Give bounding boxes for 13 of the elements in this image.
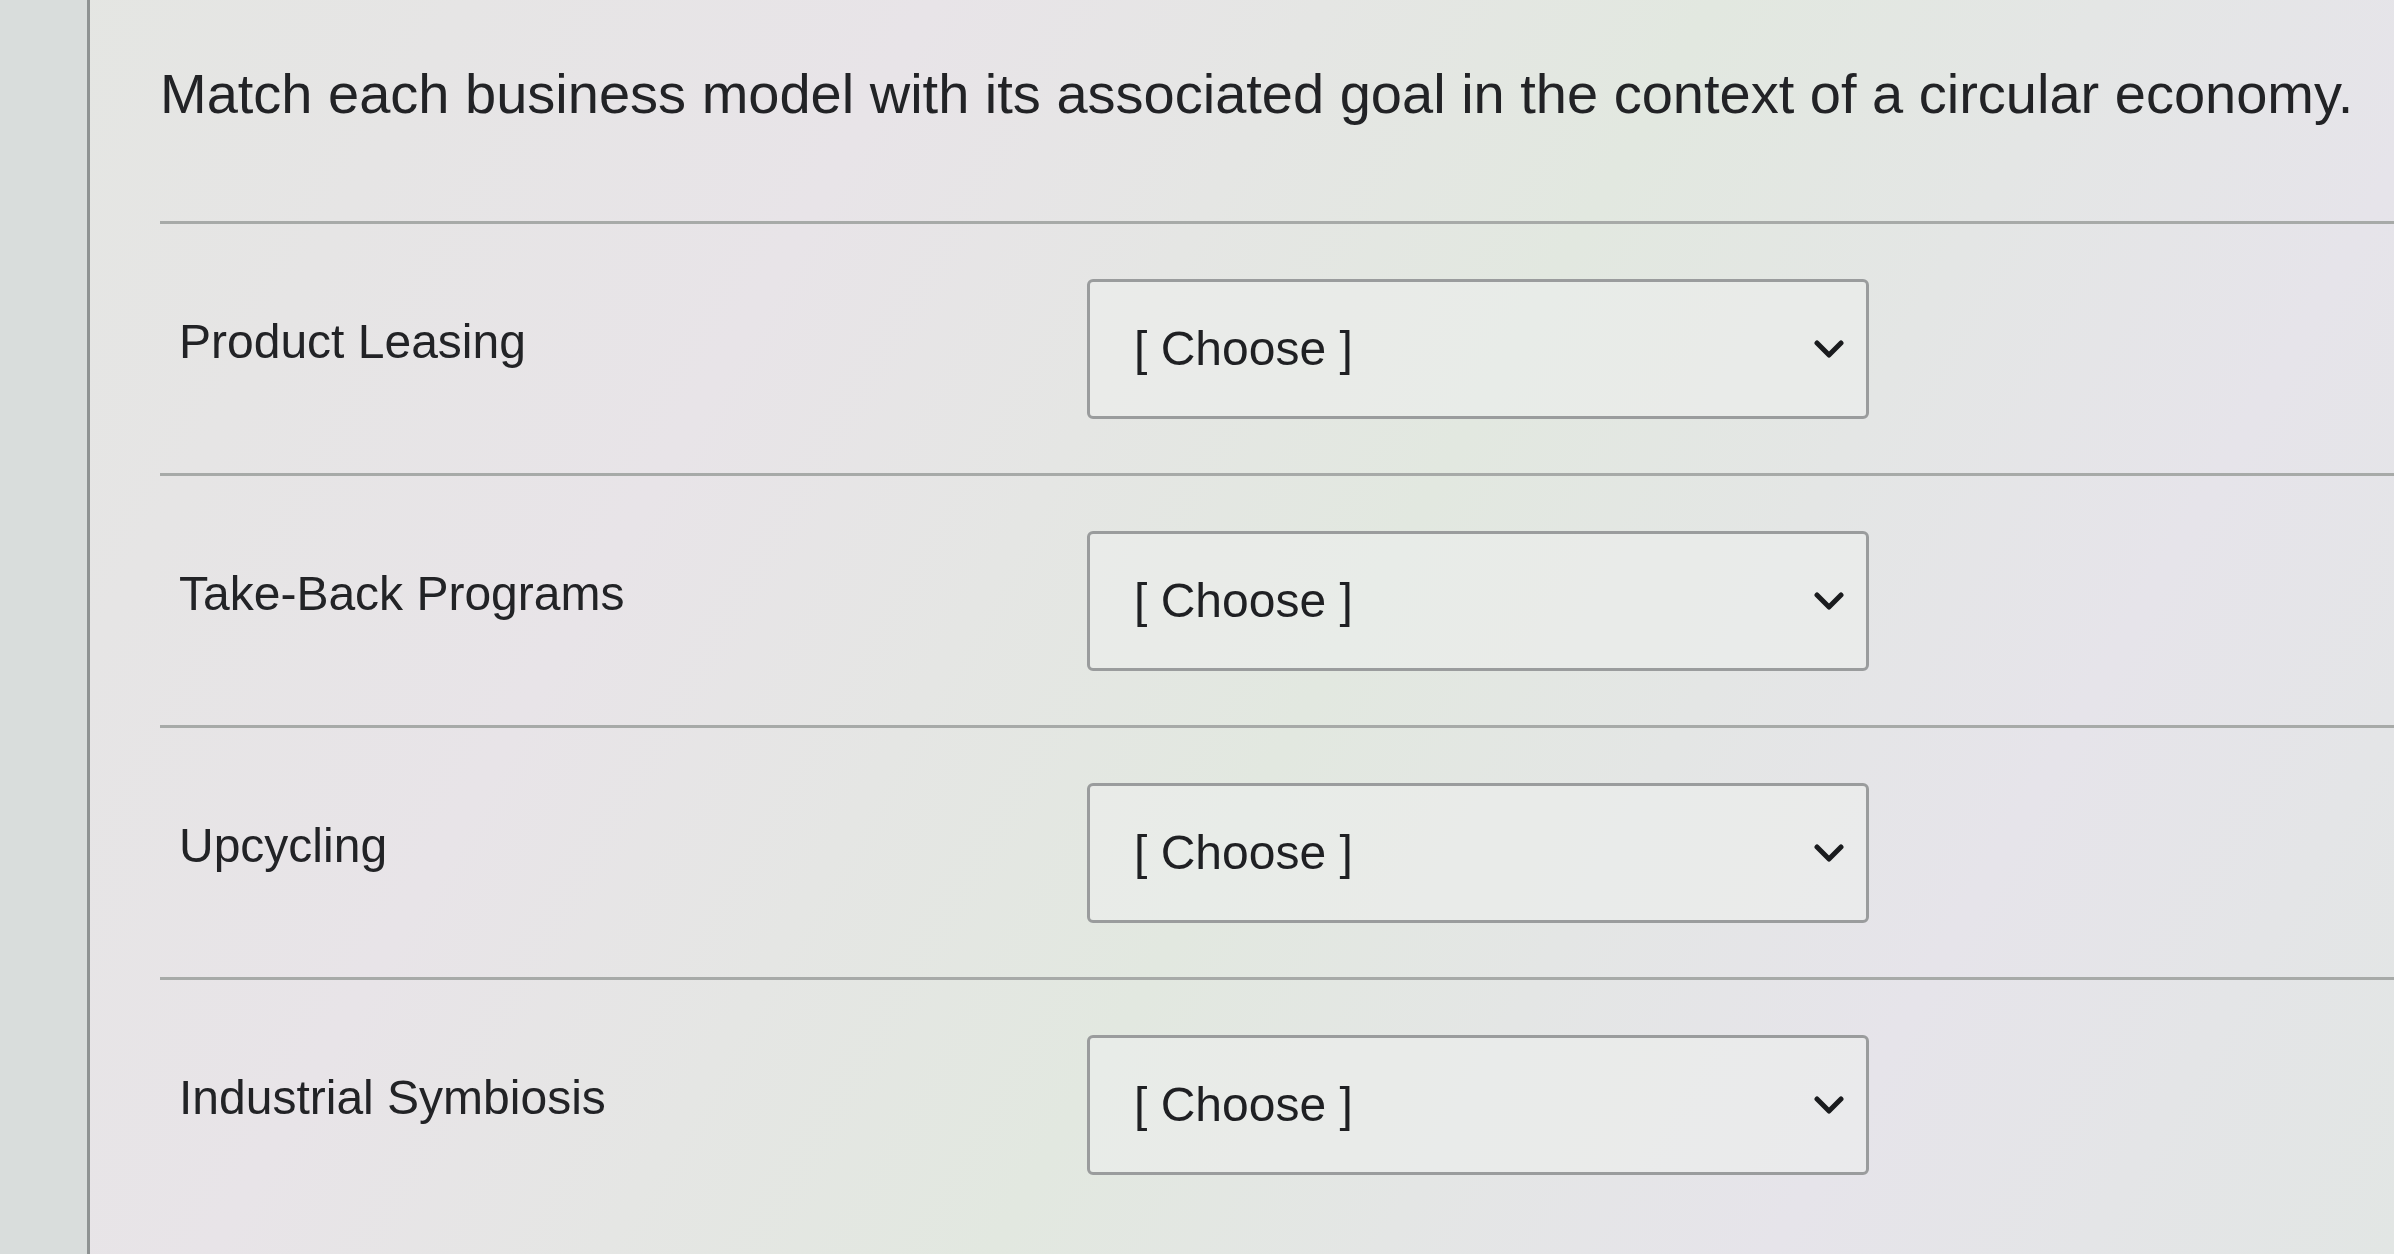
question-text: Match each business model with its associated goal in the context of a circular economy. (160, 61, 2354, 127)
answer-dropdown[interactable]: [ Choose ] (1087, 1034, 1869, 1175)
answer-dropdown[interactable]: [ Choose ] (1087, 782, 1869, 923)
term-label: Product Leasing (178, 314, 526, 370)
chevron-down-icon (1814, 338, 1844, 359)
term-label: Industrial Symbiosis (178, 1070, 606, 1126)
chevron-down-icon (1814, 842, 1844, 863)
term-label: Upcycling (178, 818, 388, 874)
answer-dropdown[interactable]: [ Choose ] (1087, 278, 1869, 419)
term-label: Take-Back Programs (178, 566, 625, 622)
chevron-down-icon (1814, 590, 1844, 611)
answer-dropdown[interactable]: [ Choose ] (1087, 530, 1869, 671)
chevron-down-icon (1814, 1094, 1844, 1115)
